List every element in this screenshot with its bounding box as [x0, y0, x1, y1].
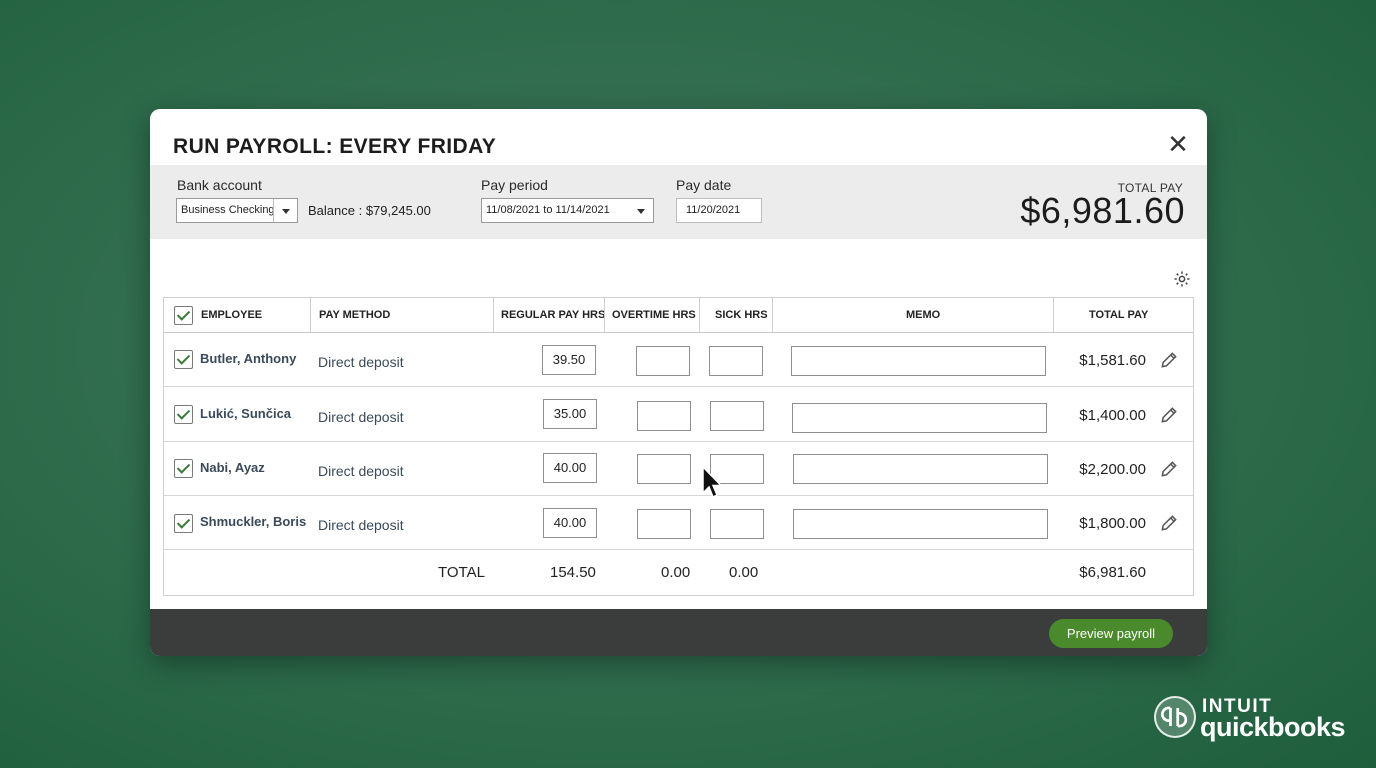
table-row: Lukić, Sunčica Direct deposit 35.00 $1,4… — [164, 388, 1193, 442]
regular-hrs-input[interactable]: 40.00 — [543, 508, 597, 538]
overtime-hrs-input[interactable] — [636, 346, 690, 376]
overtime-hrs-input[interactable] — [637, 509, 691, 539]
dialog-title: RUN PAYROLL: EVERY FRIDAY — [173, 135, 497, 158]
pencil-icon[interactable] — [1159, 513, 1179, 533]
pay-date-label: Pay date — [676, 177, 732, 193]
preview-payroll-button[interactable]: Preview payroll — [1049, 619, 1173, 648]
row-checkbox[interactable] — [174, 350, 193, 369]
close-icon[interactable]: ✕ — [1167, 131, 1189, 157]
regular-hrs-input[interactable]: 40.00 — [543, 453, 597, 483]
row-total-pay: $2,200.00 — [1079, 461, 1146, 478]
pencil-icon[interactable] — [1159, 405, 1179, 425]
sick-hrs-input[interactable] — [709, 346, 763, 376]
employee-name: Butler, Anthony — [200, 351, 297, 366]
pay-method: Direct deposit — [318, 517, 404, 533]
row-total-pay: $1,400.00 — [1079, 407, 1146, 424]
table-row: Nabi, Ayaz Direct deposit 40.00 $2,200.0… — [164, 442, 1193, 496]
col-regular-pay-hrs: REGULAR PAY HRS — [501, 309, 606, 321]
run-payroll-dialog: RUN PAYROLL: EVERY FRIDAY ✕ Bank account… — [150, 109, 1207, 656]
dialog-footer: Preview payroll — [150, 609, 1207, 656]
total-regular-hrs: 154.50 — [550, 564, 596, 581]
row-total-pay: $1,800.00 — [1079, 515, 1146, 532]
table-header: EMPLOYEE PAY METHOD REGULAR PAY HRS OVER… — [164, 298, 1193, 333]
col-memo: MEMO — [906, 309, 941, 321]
employee-name: Shmuckler, Boris — [200, 514, 307, 529]
total-pay-amount: $6,981.60 — [1020, 190, 1185, 231]
total-pay-sum: $6,981.60 — [1079, 564, 1146, 581]
bank-account-select[interactable]: Business Checking — [176, 198, 298, 223]
total-sick-hrs: 0.00 — [729, 564, 759, 581]
pay-period-value: 11/08/2021 to 11/14/2021 — [486, 204, 610, 216]
pay-date-input[interactable]: 11/20/2021 — [676, 198, 762, 223]
pay-method: Direct deposit — [318, 409, 404, 425]
regular-hrs-input[interactable]: 35.00 — [543, 399, 597, 429]
totals-row: TOTAL 154.50 0.00 0.00 $6,981.60 — [164, 550, 1193, 596]
sick-hrs-input[interactable] — [710, 401, 764, 431]
mouse-cursor-icon — [702, 466, 723, 499]
pay-period-label: Pay period — [481, 177, 548, 193]
pencil-icon[interactable] — [1159, 459, 1179, 479]
col-total-pay: TOTAL PAY — [1089, 309, 1149, 321]
employee-name: Nabi, Ayaz — [200, 460, 265, 475]
table-row: Butler, Anthony Direct deposit 39.50 $1,… — [164, 333, 1193, 387]
total-overtime-hrs: 0.00 — [661, 564, 691, 581]
qb-logo-icon — [1154, 696, 1196, 738]
col-employee: EMPLOYEE — [201, 309, 263, 321]
row-checkbox[interactable] — [174, 405, 193, 424]
chevron-down-icon — [629, 199, 653, 222]
pay-period-select[interactable]: 11/08/2021 to 11/14/2021 — [481, 198, 654, 223]
pencil-icon[interactable] — [1159, 350, 1179, 370]
col-pay-method: PAY METHOD — [319, 309, 391, 321]
row-checkbox[interactable] — [174, 459, 193, 478]
quickbooks-logo: INTUIT quickbooks — [1154, 696, 1346, 742]
totals-label: TOTAL — [438, 564, 485, 581]
memo-input[interactable] — [793, 509, 1048, 539]
row-total-pay: $1,581.60 — [1079, 352, 1146, 369]
chevron-down-icon — [273, 199, 297, 222]
quickbooks-wordmark: quickbooks — [1200, 712, 1346, 742]
memo-input[interactable] — [793, 454, 1048, 484]
memo-input[interactable] — [791, 346, 1046, 376]
employee-name: Lukić, Sunčica — [200, 406, 292, 421]
regular-hrs-input[interactable]: 39.50 — [542, 345, 596, 375]
row-checkbox[interactable] — [174, 514, 193, 533]
select-all-checkbox[interactable] — [174, 306, 193, 325]
table-row: Shmuckler, Boris Direct deposit 40.00 $1… — [164, 496, 1193, 550]
pay-method: Direct deposit — [318, 463, 404, 479]
overtime-hrs-input[interactable] — [637, 401, 691, 431]
col-overtime-hrs: OVERTIME HRS — [612, 309, 696, 321]
overtime-hrs-input[interactable] — [637, 454, 691, 484]
memo-input[interactable] — [792, 403, 1047, 433]
col-sick-hrs: SICK HRS — [715, 309, 768, 321]
bank-account-value: Business Checking — [181, 204, 275, 216]
bank-account-label: Bank account — [177, 177, 262, 193]
balance-text: Balance : $79,245.00 — [308, 203, 431, 218]
payroll-table: EMPLOYEE PAY METHOD REGULAR PAY HRS OVER… — [163, 297, 1194, 596]
gear-icon[interactable] — [1173, 270, 1191, 288]
sick-hrs-input[interactable] — [710, 509, 764, 539]
pay-method: Direct deposit — [318, 354, 404, 370]
